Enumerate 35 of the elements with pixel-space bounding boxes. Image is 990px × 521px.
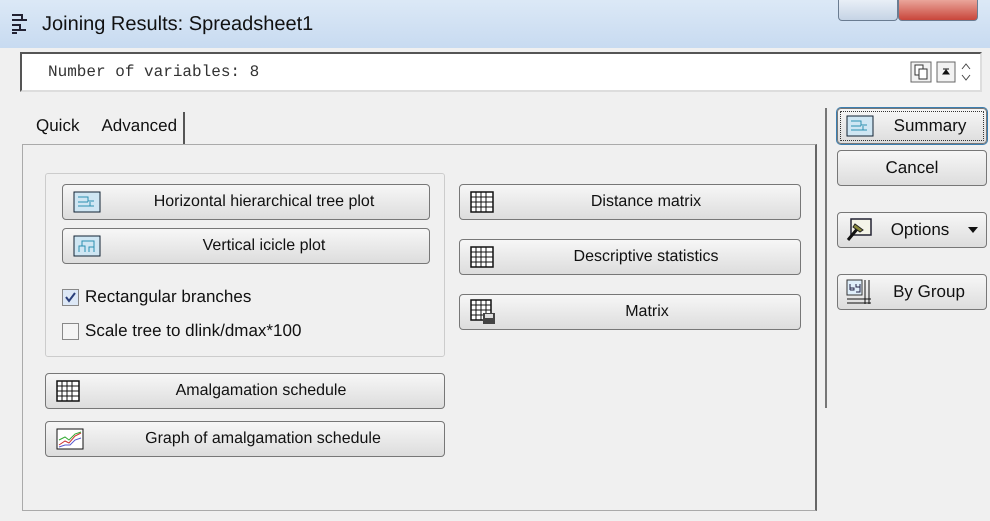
spin-icon[interactable] (960, 61, 972, 83)
checkbox-option[interactable]: Scale tree to dlink/dmax*100 (62, 318, 430, 344)
side-button[interactable]: Options (837, 212, 987, 248)
window-title: Joining Results: Spreadsheet1 (42, 12, 314, 36)
dropdown-caret-icon (968, 227, 978, 233)
side-button[interactable]: By Group (837, 274, 987, 310)
matrix-button[interactable]: Distance matrix (459, 184, 801, 220)
table-icon (470, 191, 494, 213)
copy-icon[interactable] (910, 61, 932, 83)
plot-button[interactable]: Vertical icicle plot (62, 228, 430, 264)
tree-plot-icon (846, 115, 874, 137)
line-graph-icon (56, 428, 84, 450)
collapse-icon[interactable] (936, 61, 956, 83)
side-button[interactable]: Summary (837, 108, 987, 144)
checkbox[interactable] (62, 288, 79, 306)
schedule-button[interactable]: Graph of amalgamation schedule (45, 421, 445, 457)
tab[interactable]: Advanced (95, 112, 186, 144)
matrix-button[interactable]: Matrix (459, 294, 801, 330)
table-icon (56, 380, 80, 402)
checkbox[interactable] (62, 322, 79, 340)
check-icon (65, 292, 76, 302)
tab[interactable]: Quick (30, 112, 86, 144)
side-button[interactable]: Cancel (837, 150, 987, 186)
table-disk-icon (470, 299, 496, 325)
plot-button[interactable]: Horizontal hierarchical tree plot (62, 184, 430, 220)
schedule-button[interactable]: Amalgamation schedule (45, 373, 445, 409)
hammer-icon (846, 218, 872, 242)
matrix-button[interactable]: Descriptive statistics (459, 239, 801, 275)
variables-count-text: Number of variables: 8 (48, 63, 260, 81)
by-group-icon (846, 279, 872, 305)
help-button[interactable] (838, 0, 898, 21)
checkbox-option[interactable]: Rectangular branches (62, 284, 430, 310)
table-icon (470, 246, 494, 268)
icicle-plot-icon (73, 235, 101, 257)
tree-plot-icon (73, 191, 101, 213)
